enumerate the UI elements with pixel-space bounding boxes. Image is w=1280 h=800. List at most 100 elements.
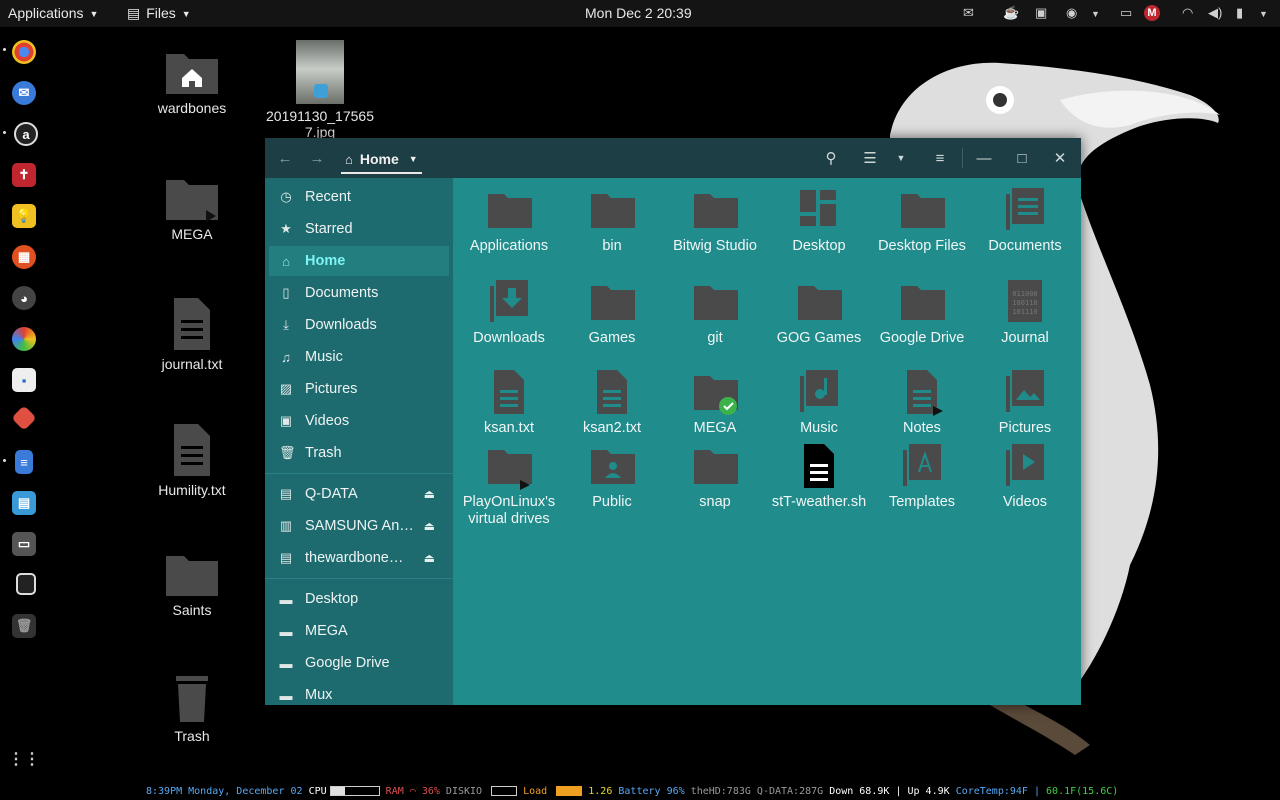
minimize-button[interactable]: —: [973, 146, 995, 170]
drive-tray-icon[interactable]: ▭: [1120, 5, 1132, 21]
file-item[interactable]: git: [665, 278, 765, 347]
file-item[interactable]: Desktop: [769, 186, 869, 255]
file-item[interactable]: Google Drive: [872, 278, 972, 347]
file-item[interactable]: ksan.txt: [459, 368, 559, 437]
desktop-icon-humility[interactable]: Humility.txt: [137, 422, 247, 498]
file-item[interactable]: GOG Games: [769, 278, 869, 347]
file-item[interactable]: stT-weather.sh: [769, 442, 869, 511]
file-item[interactable]: Applications: [459, 186, 559, 255]
mega-tray-icon[interactable]: M: [1144, 5, 1160, 21]
piano-icon[interactable]: ▦: [12, 245, 36, 269]
wifi-icon[interactable]: ◠: [1182, 5, 1193, 21]
tablet-icon[interactable]: [16, 573, 36, 595]
chevron-down-icon[interactable]: ▼: [1259, 9, 1268, 19]
download-icon: ⤓: [283, 317, 289, 332]
file-item[interactable]: Pictures: [975, 368, 1075, 437]
file-item[interactable]: 011000 100110 101110 Journal: [975, 278, 1075, 347]
sidebar-item-label: Downloads: [305, 317, 377, 333]
sidebar-item-label: Home: [305, 253, 346, 269]
file-item[interactable]: Public: [562, 442, 662, 511]
git-icon[interactable]: [11, 405, 37, 431]
sidebar-item-samsung-an[interactable]: ▥ SAMSUNG An… ⏏: [269, 511, 449, 541]
chrome-icon[interactable]: [12, 40, 36, 64]
file-item[interactable]: ksan2.txt: [562, 368, 662, 437]
thunderbird-icon[interactable]: ✉: [12, 81, 36, 105]
sidebar-item-documents[interactable]: ▯ Documents: [269, 278, 449, 308]
svg-text:011000: 011000: [1012, 290, 1037, 298]
sidebar-item-desktop[interactable]: ▬ Desktop: [269, 584, 449, 614]
file-item[interactable]: Games: [562, 278, 662, 347]
mail-icon[interactable]: ✉: [963, 5, 974, 21]
file-item[interactable]: Notes: [872, 368, 972, 437]
desktop-icon-saints[interactable]: Saints: [137, 550, 247, 618]
volume-icon[interactable]: ◀): [1208, 5, 1222, 21]
gimp-icon[interactable]: ◕: [12, 286, 36, 310]
eject-icon[interactable]: ⏏: [424, 519, 435, 533]
files-app-menu[interactable]: ▤ Files ▼: [127, 5, 191, 22]
search-button[interactable]: ⚲: [821, 146, 841, 170]
sidebar-item-home[interactable]: ⌂ Home: [269, 246, 449, 276]
file-item[interactable]: Templates: [872, 442, 972, 511]
eject-icon[interactable]: ⏏: [424, 551, 435, 565]
eject-icon[interactable]: ⏏: [424, 487, 435, 501]
amazon-icon[interactable]: a: [14, 122, 38, 146]
menu-button[interactable]: ≡: [929, 146, 951, 170]
sidebar-item-music[interactable]: ♫ Music: [269, 342, 449, 372]
sidebar-item-videos[interactable]: ▣ Videos: [269, 406, 449, 436]
desktop-icon-mega[interactable]: MEGA: [137, 174, 247, 242]
sidebar-item-downloads[interactable]: ⤓ Downloads: [269, 310, 449, 340]
sidebar-item-thewardbone[interactable]: ▤ thewardbone… ⏏: [269, 543, 449, 573]
pictures-icon: ▨: [279, 381, 293, 396]
file-item[interactable]: Desktop Files: [872, 186, 972, 255]
color-picker-icon[interactable]: [12, 327, 36, 351]
trash-dock-icon[interactable]: 🗑: [12, 614, 36, 638]
sidebar-item-label: Pictures: [305, 381, 358, 397]
sidebar-item-pictures[interactable]: ▨ Pictures: [269, 374, 449, 404]
radio-icon[interactable]: ▭: [12, 532, 36, 556]
chevron-down-icon[interactable]: ▼: [1091, 9, 1100, 19]
desktop-icon-journal[interactable]: journal.txt: [137, 296, 247, 372]
file-item[interactable]: Downloads: [459, 278, 559, 347]
desktop-icon-wardbones[interactable]: wardbones: [137, 48, 247, 116]
file-item[interactable]: Videos: [975, 442, 1075, 511]
view-list-button[interactable]: ☰: [859, 146, 881, 170]
document-viewer-icon[interactable]: ≡: [15, 450, 33, 474]
file-item[interactable]: MEGA: [665, 368, 765, 437]
folder-link-icon: [488, 450, 532, 490]
clock[interactable]: Mon Dec 2 20:39: [585, 5, 692, 21]
screenshot-icon[interactable]: ▣: [1035, 5, 1047, 21]
music-folder-icon: [800, 370, 838, 412]
close-button[interactable]: ✕: [1049, 146, 1071, 170]
back-button[interactable]: ←: [275, 146, 295, 170]
view-options-button[interactable]: ▼: [893, 146, 909, 170]
keep-icon[interactable]: 💡: [12, 204, 36, 228]
sidebar-item-q-data[interactable]: ▤ Q-DATA ⏏: [269, 479, 449, 509]
file-item[interactable]: bin: [562, 186, 662, 255]
app-grid-icon[interactable]: ⋮⋮: [8, 747, 40, 771]
sidebar-item-starred[interactable]: ★ Starred: [269, 214, 449, 244]
conky-coretemp: CoreTemp:94F: [955, 786, 1028, 797]
status-icon[interactable]: ◉: [1066, 5, 1077, 21]
bible-icon[interactable]: ✝: [12, 163, 36, 187]
files-dock-icon[interactable]: ▤: [12, 491, 36, 515]
file-item[interactable]: Documents: [975, 186, 1075, 255]
file-item[interactable]: Music: [769, 368, 869, 437]
sidebar-item-trash[interactable]: 🗑 Trash: [269, 438, 449, 468]
sidebar-item-mux[interactable]: ▬ Mux: [269, 680, 449, 705]
coffee-icon[interactable]: ☕: [1003, 5, 1019, 21]
path-bar-home[interactable]: ⌂ Home ▼: [341, 146, 422, 174]
file-item[interactable]: Bitwig Studio: [665, 186, 765, 255]
search-icon: ⚲: [825, 150, 837, 167]
battery-icon[interactable]: ▮: [1236, 5, 1243, 21]
applications-menu[interactable]: Applications ▼: [8, 5, 98, 21]
file-item[interactable]: PlayOnLinux's virtual drives: [459, 442, 559, 528]
desktop-icon-trash[interactable]: Trash: [137, 674, 247, 744]
editor-icon[interactable]: ▪: [12, 368, 36, 392]
sidebar-item-google-drive[interactable]: ▬ Google Drive: [269, 648, 449, 678]
maximize-button[interactable]: □: [1011, 146, 1033, 170]
file-item[interactable]: snap: [665, 442, 765, 511]
desktop-icon-photo[interactable]: 20191130_175657.jpg: [265, 40, 375, 140]
sidebar-item-recent[interactable]: ◷ Recent: [269, 182, 449, 212]
forward-button[interactable]: →: [307, 146, 327, 170]
sidebar-item-mega[interactable]: ▬ MEGA: [269, 616, 449, 646]
